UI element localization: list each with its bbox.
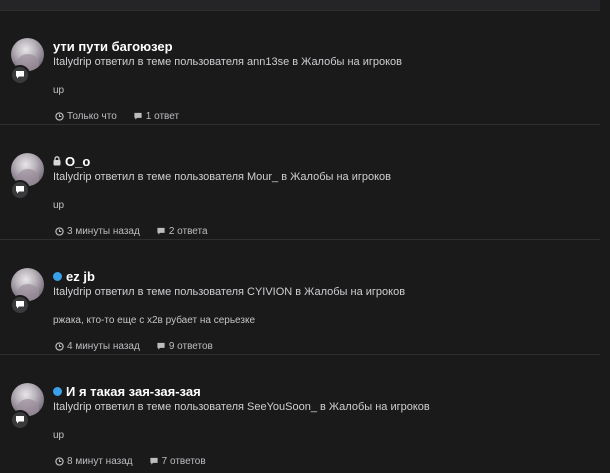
replies-meta: 1 ответ xyxy=(133,111,179,122)
meta-row: 3 минуты назад 2 ответа xyxy=(55,226,208,237)
comment-icon xyxy=(134,112,142,120)
timestamp[interactable]: 3 минуты назад xyxy=(67,226,140,237)
topic-title-link[interactable]: ути пути багоюзер xyxy=(53,39,173,54)
title-row: ez jb xyxy=(53,267,95,285)
reply-snippet: up xyxy=(53,430,65,441)
reply-snippet: ржака, кто-то еще с х2в рубает на серьез… xyxy=(53,315,256,326)
reply-count: 7 ответов xyxy=(161,456,206,467)
feed-item: И я такая зая-зая-зая Italydrip ответил … xyxy=(0,355,600,469)
meta-row: 8 минут назад 7 ответов xyxy=(55,456,206,467)
status-dot-icon xyxy=(53,386,62,396)
clock-icon xyxy=(55,457,64,466)
comment-icon xyxy=(150,457,158,465)
reply-count: 1 ответ xyxy=(145,111,180,122)
clock-icon xyxy=(55,112,64,121)
activity-description: Italydrip ответил в теме пользователя Se… xyxy=(53,401,430,413)
comment-icon xyxy=(157,227,165,235)
title-row: ути пути багоюзер xyxy=(53,37,173,55)
activity-description: Italydrip ответил в теме пользователя an… xyxy=(53,56,403,68)
comment-icon xyxy=(16,71,24,79)
comment-badge xyxy=(10,410,30,430)
activity-description: Italydrip ответил в теме пользователя Mo… xyxy=(53,171,391,183)
topic-title-link[interactable]: O_o xyxy=(65,154,90,169)
title-row: И я такая зая-зая-зая xyxy=(53,382,201,400)
comment-icon xyxy=(16,301,24,309)
comment-icon xyxy=(16,186,24,194)
replies-meta: 2 ответа xyxy=(156,226,208,237)
replies-meta: 7 ответов xyxy=(149,456,206,467)
comment-badge xyxy=(10,65,30,85)
reply-count: 9 ответов xyxy=(168,341,213,352)
comment-icon xyxy=(157,342,165,350)
clock-icon xyxy=(55,227,64,236)
feed-item: O_o Italydrip ответил в теме пользовател… xyxy=(0,125,600,240)
time-meta: 8 минут назад xyxy=(55,456,133,467)
timestamp[interactable]: 4 минуты назад xyxy=(67,341,140,352)
comment-badge xyxy=(10,295,30,315)
comment-icon xyxy=(16,416,24,424)
reply-snippet: up xyxy=(53,200,65,211)
topic-title-link[interactable]: ez jb xyxy=(66,269,95,284)
meta-row: 4 минуты назад 9 ответов xyxy=(55,341,213,352)
timestamp[interactable]: 8 минут назад xyxy=(67,456,133,467)
time-meta: 3 минуты назад xyxy=(55,226,140,237)
clock-icon xyxy=(55,342,64,351)
status-dot-icon xyxy=(53,271,62,281)
time-meta: 4 минуты назад xyxy=(55,341,140,352)
replies-meta: 9 ответов xyxy=(156,341,213,352)
timestamp[interactable]: Только что xyxy=(67,111,117,122)
reply-count: 2 ответа xyxy=(168,226,208,237)
activity-feed: ути пути багоюзер Italydrip ответил в те… xyxy=(0,10,600,469)
activity-description: Italydrip ответил в теме пользователя CY… xyxy=(53,286,406,298)
title-row: O_o xyxy=(53,152,90,170)
feed-item: ez jb Italydrip ответил в теме пользоват… xyxy=(0,240,600,355)
time-meta: Только что xyxy=(55,111,117,122)
meta-row: Только что 1 ответ xyxy=(55,111,179,122)
lock-icon xyxy=(53,156,61,166)
reply-snippet: up xyxy=(53,85,65,96)
comment-badge xyxy=(10,180,30,200)
feed-item: ути пути багоюзер Italydrip ответил в те… xyxy=(0,10,600,125)
topic-title-link[interactable]: И я такая зая-зая-зая xyxy=(66,384,201,399)
